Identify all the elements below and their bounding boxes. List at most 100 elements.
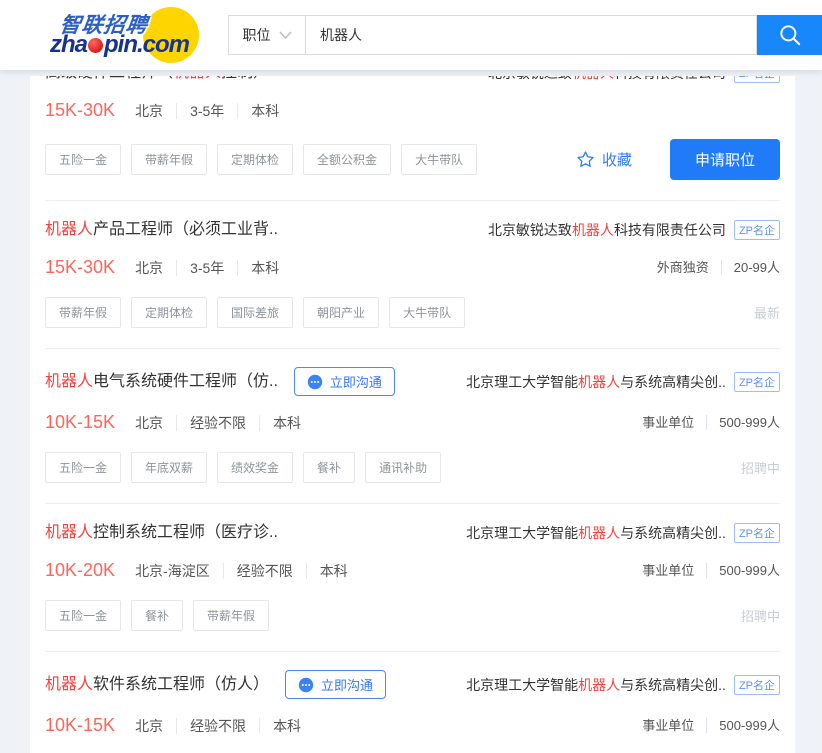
company-meta-item: 事业单位 bbox=[642, 718, 694, 733]
favorite-button[interactable]: 收藏 bbox=[576, 149, 632, 170]
meta-item: 北京 bbox=[135, 718, 163, 734]
chat-now-button[interactable]: 立即沟通 bbox=[285, 670, 386, 699]
meta-item: 本科 bbox=[259, 718, 301, 734]
chat-now-button[interactable]: 立即沟通 bbox=[294, 367, 395, 396]
job-title[interactable]: 机器人软件系统工程师（仿人） bbox=[45, 674, 269, 696]
job-title[interactable]: 高级硬件工程师（机器人控制） bbox=[45, 76, 269, 84]
company-meta-item: 事业单位 bbox=[642, 563, 694, 578]
benefit-tag: 绩效奖金 bbox=[217, 452, 293, 483]
apply-button[interactable]: 申请职位 bbox=[670, 139, 780, 180]
tag-list: 带薪年假定期体检国际差旅朝阳产业大牛带队 bbox=[45, 297, 475, 328]
job-listing[interactable]: 机器人控制系统工程师（医疗诊.. 北京理工大学智能机器人与系统高精尖创.. ZP… bbox=[45, 504, 780, 652]
company-name[interactable]: 北京敏锐达致机器人科技有限责任公司 bbox=[488, 220, 726, 240]
listing-tags-row: 五险一金餐补带薪年假 招聘中 bbox=[45, 599, 780, 631]
star-icon bbox=[576, 150, 595, 169]
benefit-tag: 五险一金 bbox=[45, 600, 121, 631]
title-wrap: 机器人电气系统硬件工程师（仿.. 立即沟通 bbox=[45, 367, 395, 396]
job-title[interactable]: 机器人产品工程师（必须工业背.. bbox=[45, 219, 278, 241]
company-name[interactable]: 北京理工大学智能机器人与系统高精尖创.. bbox=[466, 523, 726, 543]
company-meta-item: 事业单位 bbox=[642, 415, 694, 430]
benefit-tag: 带薪年假 bbox=[45, 297, 121, 328]
status-text: 招聘中 bbox=[741, 458, 780, 477]
salary: 10K-20K bbox=[45, 558, 115, 583]
company-name[interactable]: 北京敏锐达致机器人科技有限责任公司 bbox=[488, 76, 726, 83]
meta-item: 经验不限 bbox=[176, 415, 246, 431]
listing-actions: 收藏 申请职位 bbox=[576, 139, 780, 180]
company-meta-item: 500-999人 bbox=[706, 563, 780, 578]
listing-tags-row: 五险一金年底双薪绩效奖金餐补通讯补助 招聘中 bbox=[45, 451, 780, 483]
salary-meta: 15K-30K 北京3-5年本科 bbox=[45, 98, 279, 123]
meta-item: 本科 bbox=[237, 260, 279, 276]
job-listing[interactable]: 机器人软件系统工程师（仿人） 立即沟通 北京理工大学智能机器人与系统高精尖创..… bbox=[45, 652, 780, 753]
search-button[interactable] bbox=[757, 15, 822, 55]
search-category-label: 职位 bbox=[243, 25, 271, 45]
job-title[interactable]: 机器人控制系统工程师（医疗诊.. bbox=[45, 522, 278, 544]
listing-title-row: 机器人软件系统工程师（仿人） 立即沟通 北京理工大学智能机器人与系统高精尖创..… bbox=[45, 670, 780, 699]
benefit-tag: 餐补 bbox=[303, 452, 355, 483]
benefit-tag: 五险一金 bbox=[45, 144, 121, 175]
benefit-tag: 定期体检 bbox=[217, 144, 293, 175]
company-name[interactable]: 北京理工大学智能机器人与系统高精尖创.. bbox=[466, 675, 726, 695]
zp-famous-badge: ZP名企 bbox=[734, 675, 780, 695]
benefit-tag: 定期体检 bbox=[131, 297, 207, 328]
listing-title-row: 机器人电气系统硬件工程师（仿.. 立即沟通 北京理工大学智能机器人与系统高精尖创… bbox=[45, 367, 780, 396]
job-title[interactable]: 机器人电气系统硬件工程师（仿.. bbox=[45, 371, 278, 393]
listing-salary-row: 15K-30K 北京3-5年本科 bbox=[45, 98, 780, 123]
search-bar: 职位 bbox=[228, 15, 822, 55]
search-input[interactable] bbox=[306, 15, 757, 55]
zp-famous-badge: ZP名企 bbox=[734, 372, 780, 392]
company-meta: 事业单位500-999人 bbox=[642, 718, 780, 733]
job-meta: 北京-海淀区经验不限本科 bbox=[135, 563, 348, 579]
job-listing[interactable]: 机器人电气系统硬件工程师（仿.. 立即沟通 北京理工大学智能机器人与系统高精尖创… bbox=[45, 349, 780, 504]
meta-item: 北京 bbox=[135, 260, 163, 276]
meta-item: 本科 bbox=[259, 415, 301, 431]
job-meta: 北京3-5年本科 bbox=[135, 103, 279, 119]
job-listing[interactable]: 机器人产品工程师（必须工业背.. 北京敏锐达致机器人科技有限责任公司 ZP名企 … bbox=[45, 201, 780, 349]
company-meta-item: 外商独资 bbox=[657, 260, 709, 275]
logo-text-en: zhapin.com bbox=[50, 31, 189, 59]
search-icon bbox=[777, 22, 803, 48]
meta-item: 北京 bbox=[135, 103, 163, 119]
salary-meta: 10K-20K 北京-海淀区经验不限本科 bbox=[45, 558, 348, 583]
benefit-tag: 大牛带队 bbox=[389, 297, 465, 328]
listing-tags-row: 五险一金带薪年假定期体检全额公积金大牛带队 收藏 申请职位 bbox=[45, 139, 780, 180]
title-wrap: 机器人控制系统工程师（医疗诊.. bbox=[45, 522, 278, 544]
job-meta: 北京 3-5年本科 bbox=[135, 260, 279, 276]
company-wrap: 北京敏锐达致机器人科技有限责任公司 ZP名企 bbox=[488, 76, 780, 83]
zp-famous-badge: ZP名企 bbox=[734, 220, 780, 240]
listing-title-row: 机器人控制系统工程师（医疗诊.. 北京理工大学智能机器人与系统高精尖创.. ZP… bbox=[45, 522, 780, 544]
meta-item: 3-5年 bbox=[176, 260, 224, 276]
logo-red-dot bbox=[88, 38, 103, 53]
chat-bubble-icon bbox=[307, 374, 323, 390]
company-wrap: 北京理工大学智能机器人与系统高精尖创.. ZP名企 bbox=[466, 372, 780, 392]
listing-salary-row: 15K-30K 北京3-5年本科 外商独资20-99人 bbox=[45, 255, 780, 280]
status-text: 招聘中 bbox=[741, 606, 780, 625]
status-text: 最新 bbox=[754, 303, 780, 322]
salary-meta: 10K-15K 北京经验不限本科 bbox=[45, 713, 301, 738]
company-meta: 事业单位 500-999人 bbox=[642, 415, 780, 430]
benefit-tag: 餐补 bbox=[131, 600, 183, 631]
salary-meta: 15K-30K 北京3-5年本科 bbox=[45, 255, 279, 280]
job-listing[interactable]: 高级硬件工程师（机器人控制） 北京敏锐达致机器人科技有限责任公司 ZP名企 15… bbox=[45, 76, 780, 201]
meta-item: 北京-海淀区 bbox=[135, 563, 210, 579]
company-name[interactable]: 北京理工大学智能机器人与系统高精尖创.. bbox=[466, 372, 726, 392]
chat-now-label: 立即沟通 bbox=[330, 372, 382, 391]
listing-salary-row: 10K-20K 北京-海淀区经验不限本科 事业单位 500-999人 bbox=[45, 558, 780, 583]
site-header: 智联招聘 zhapin.com 职位 bbox=[0, 0, 822, 70]
meta-item: 经验不限 bbox=[176, 718, 246, 734]
search-category-dropdown[interactable]: 职位 bbox=[228, 15, 306, 55]
company-wrap: 北京理工大学智能机器人与系统高精尖创.. ZP名企 bbox=[466, 675, 780, 695]
salary-meta: 10K-15K 北京经验不限本科 bbox=[45, 410, 301, 435]
listing-title-row: 机器人产品工程师（必须工业背.. 北京敏锐达致机器人科技有限责任公司 ZP名企 bbox=[45, 219, 780, 241]
zp-famous-badge: ZP名企 bbox=[734, 523, 780, 543]
listing-salary-row: 10K-15K 北京经验不限本科 事业单位500-999人 bbox=[45, 713, 780, 738]
company-wrap: 北京理工大学智能机器人与系统高精尖创.. ZP名企 bbox=[466, 523, 780, 543]
benefit-tag: 国际差旅 bbox=[217, 297, 293, 328]
favorite-label: 收藏 bbox=[602, 149, 632, 170]
benefit-tag: 大牛带队 bbox=[401, 144, 477, 175]
job-meta: 北京经验不限本科 bbox=[135, 718, 301, 734]
company-meta-item: 500-999人 bbox=[706, 415, 780, 430]
zhaopin-logo[interactable]: 智联招聘 zhapin.com bbox=[12, 6, 207, 64]
listing-salary-row: 10K-15K 北京经验不限本科 事业单位 500-999人 bbox=[45, 410, 780, 435]
zp-famous-badge: ZP名企 bbox=[734, 76, 780, 83]
